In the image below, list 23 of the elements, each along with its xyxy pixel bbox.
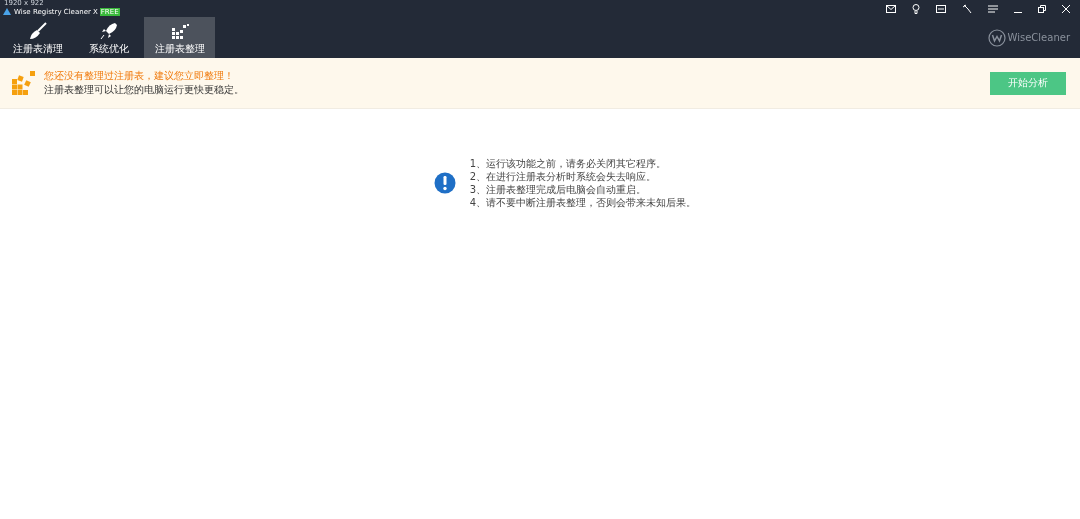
info-icon (433, 172, 456, 194)
blocks-icon (12, 71, 36, 95)
instruction-text: 4、请不要中断注册表整理，否则会带来未知后果。 (469, 197, 697, 208)
brand-logo-icon (987, 28, 1006, 47)
blocks-icon (169, 21, 190, 41)
restore-icon[interactable] (1038, 4, 1046, 13)
mail-icon[interactable] (886, 4, 896, 13)
close-icon[interactable] (1062, 4, 1070, 13)
banner-headline: 您还没有整理过注册表，建议您立即整理！ (44, 70, 235, 82)
nav-tab[interactable]: 系统优化 (73, 17, 144, 58)
instruction-text: 2、在进行注册表分析时系统会失去响应。 (469, 171, 658, 182)
menu-icon[interactable] (988, 4, 998, 13)
window-icon[interactable] (936, 4, 946, 13)
lightbulb-icon[interactable] (912, 3, 920, 14)
instruction-text: 3、注册表整理完成后电脑会自动重启。 (469, 184, 648, 195)
rocket-icon (98, 21, 119, 41)
app-logo-icon (2, 7, 12, 17)
nav-tab[interactable]: 注册表整理 (144, 17, 215, 58)
nav-tab[interactable]: 注册表清理 (2, 17, 73, 58)
instruction-text: 1、运行该功能之前，请务必关闭其它程序。 (469, 158, 668, 169)
brand-name: WiseCleaner (1007, 32, 1070, 43)
banner-subtext: 注册表整理可以让您的电脑运行更快更稳定。 (44, 84, 245, 96)
broom-icon (27, 21, 48, 41)
